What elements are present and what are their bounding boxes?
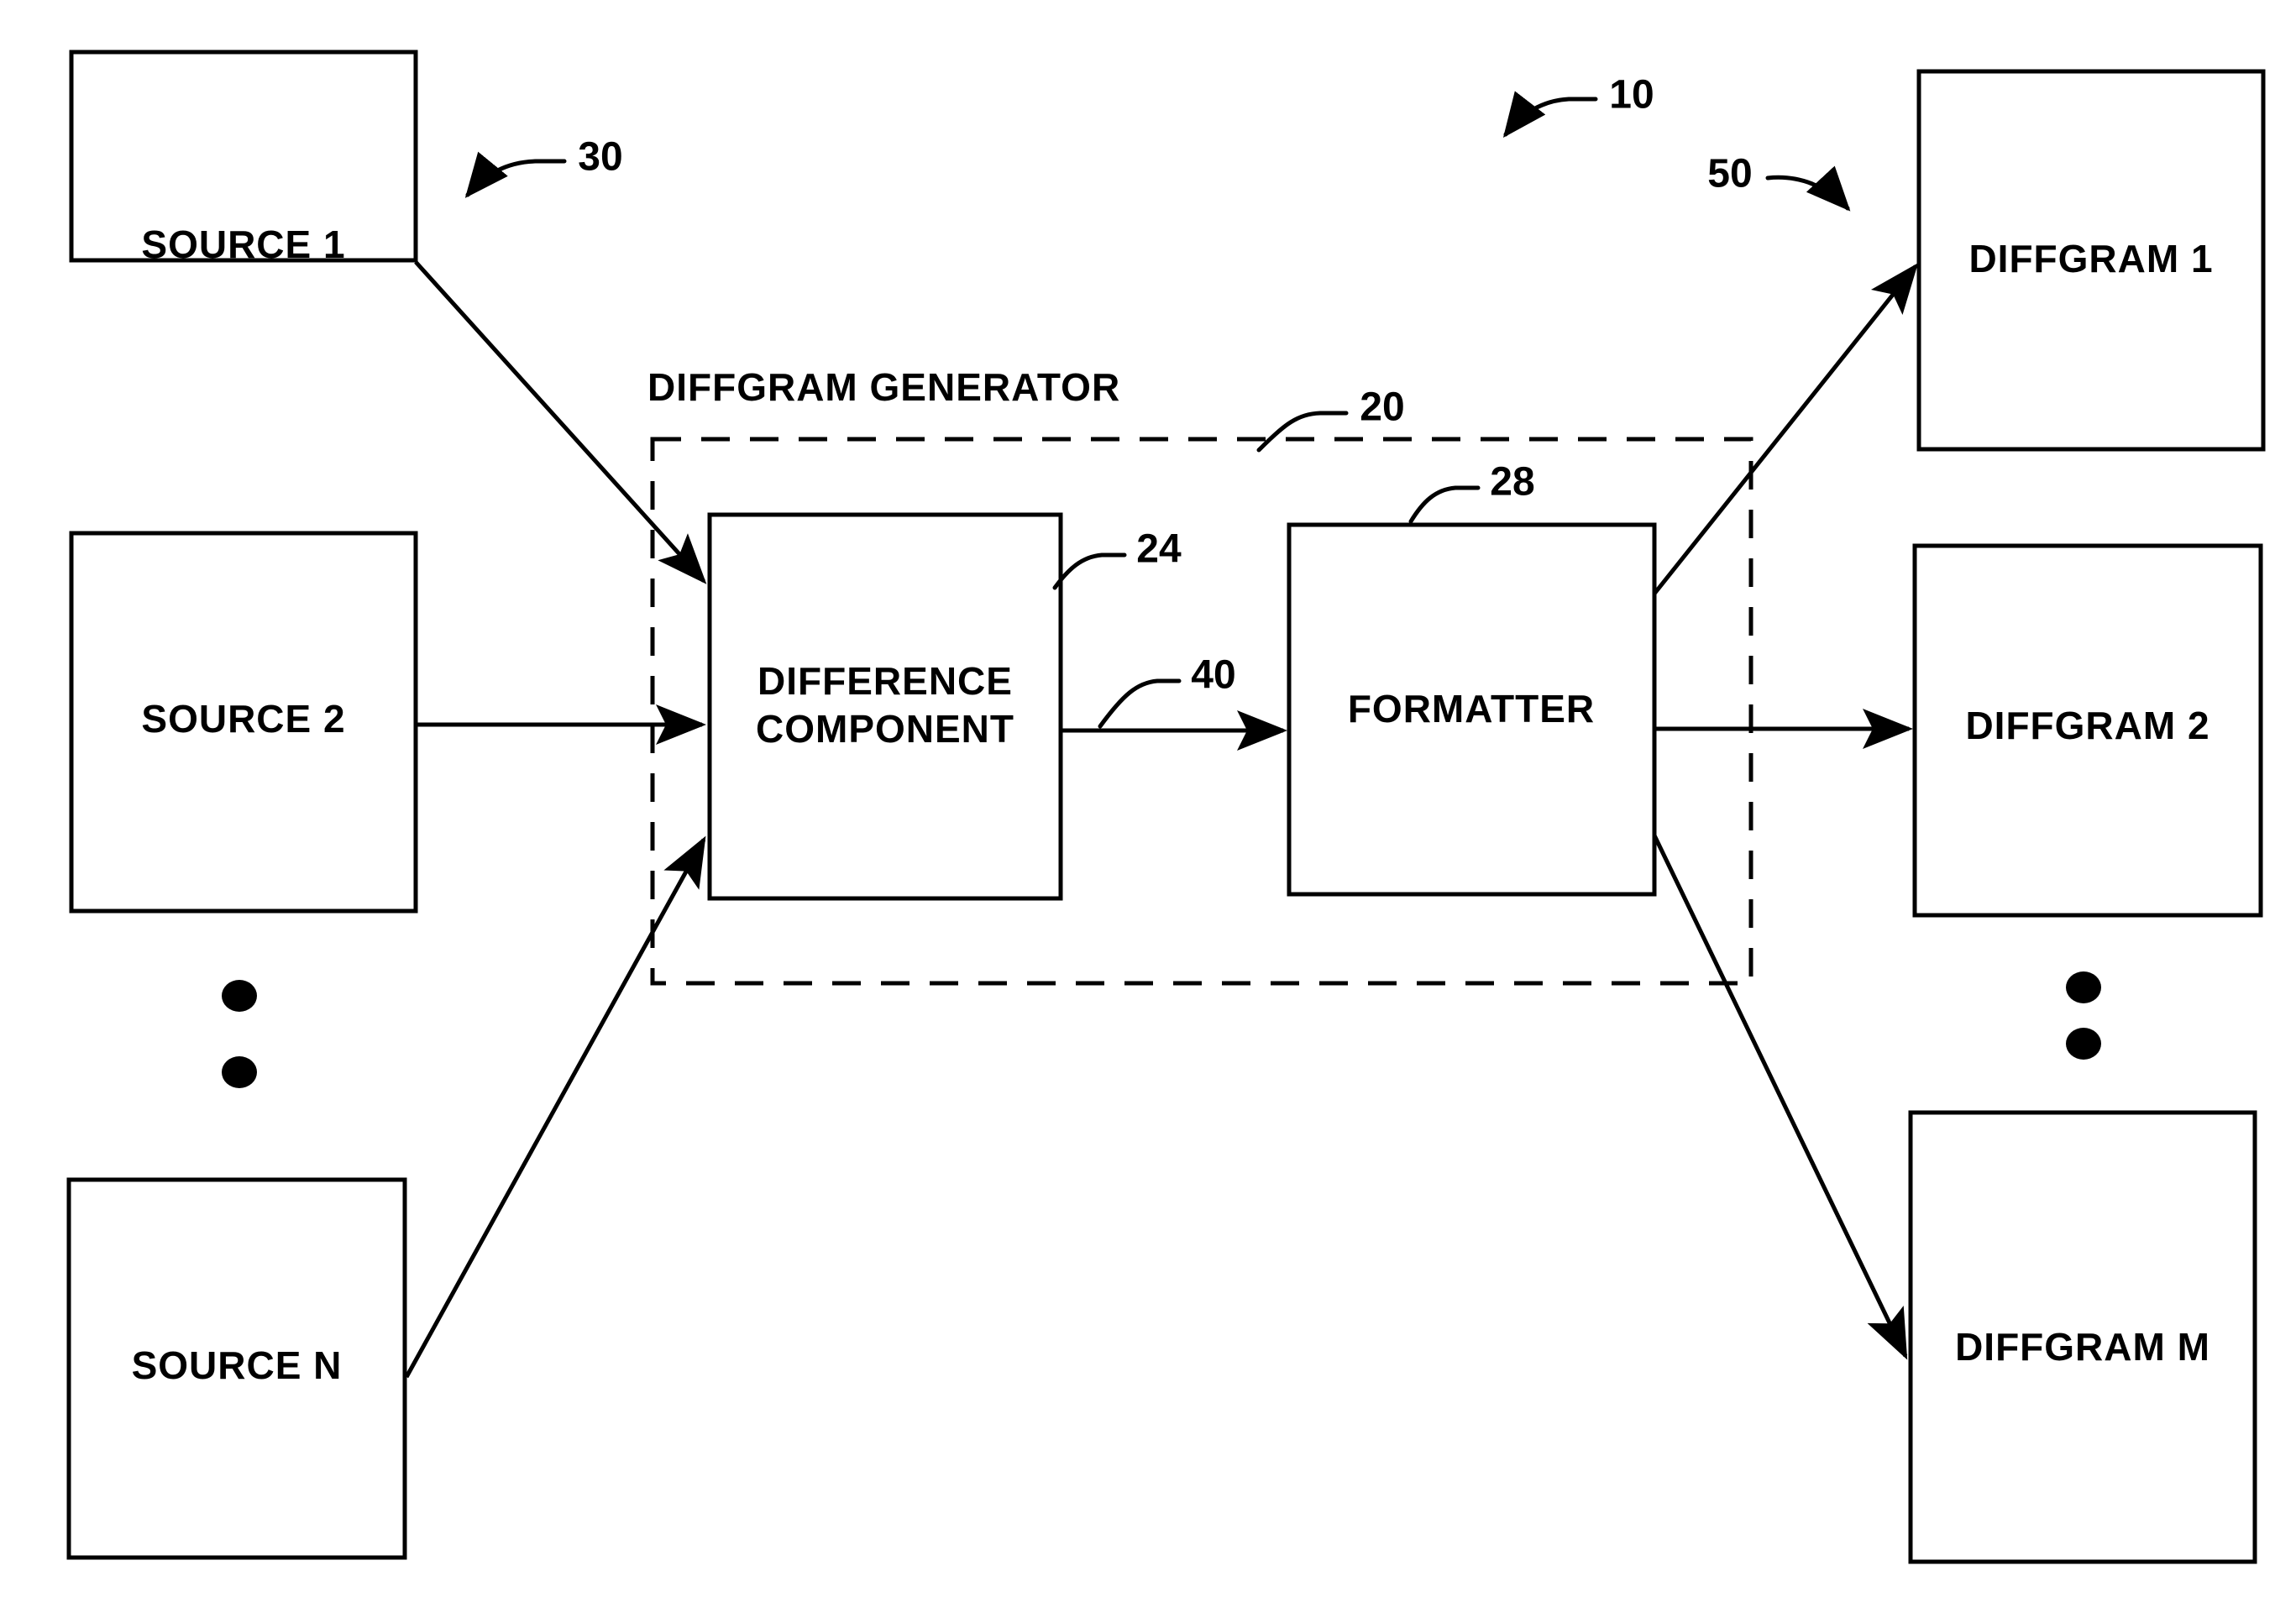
diffgram-m-label: DIFFGRAM M (1955, 1325, 2210, 1369)
leader-40 (1098, 678, 1182, 729)
source-n-label: SOURCE N (132, 1343, 343, 1387)
leader-50 (1765, 165, 1851, 212)
ref-numeral-24: 24 (1136, 527, 1182, 572)
diffgram-ellipsis-dot-1 (2066, 971, 2101, 1003)
ref-numeral-28: 28 (1490, 460, 1534, 505)
leader-10 (1502, 91, 1598, 138)
connector-formatter-to-diffgram1 (1653, 263, 1919, 595)
leader-20 (1256, 411, 1349, 453)
ref-numeral-40: 40 (1191, 653, 1235, 698)
connector-source1-to-difference (414, 260, 707, 584)
diffgram-ellipsis-dot-2 (2066, 1028, 2101, 1060)
ref-numeral-50: 50 (1707, 152, 1752, 196)
leader-28 (1408, 485, 1481, 524)
diffgram-2-label: DIFFGRAM 2 (1965, 704, 2210, 747)
leader-24 (1052, 552, 1127, 590)
source-1-label: SOURCE 1 (141, 223, 345, 266)
patent-figure-canvas: SOURCE 1 SOURCE 2 SOURCE N DIFFERENCE CO… (0, 0, 2296, 1597)
source-ellipsis-dot-2 (222, 1056, 257, 1088)
ref-numeral-10: 10 (1609, 73, 1654, 118)
difference-component-label-line2: COMPONENT (756, 707, 1014, 751)
source-ellipsis-dot-1 (222, 980, 257, 1012)
difference-component-label-line1: DIFFERENCE (757, 659, 1013, 703)
leader-30 (464, 151, 567, 198)
connector-sourcen-to-difference (404, 835, 706, 1379)
connector-formatter-to-diffgramm (1652, 834, 1908, 1360)
diagram-svg: SOURCE 1 SOURCE 2 SOURCE N DIFFERENCE CO… (66, 50, 2266, 1564)
ref-numeral-20: 20 (1360, 385, 1404, 430)
diffgram-1-label: DIFFGRAM 1 (1968, 237, 2213, 280)
ref-numeral-30: 30 (578, 135, 622, 180)
diffgram-generator-title: DIFFGRAM GENERATOR (647, 365, 1120, 409)
source-2-label: SOURCE 2 (141, 697, 345, 741)
formatter-label: FORMATTER (1348, 687, 1595, 730)
